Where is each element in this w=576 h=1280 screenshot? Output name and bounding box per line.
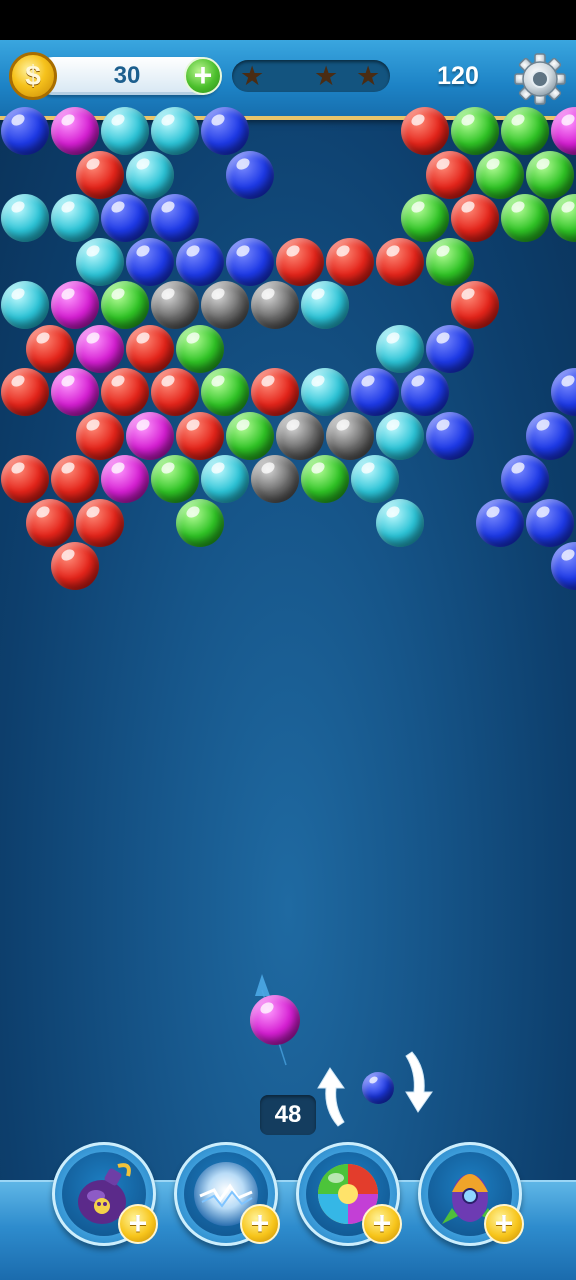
- booster-rocket[interactable]: +: [418, 1142, 524, 1246]
- add-booster-button[interactable]: +: [362, 1204, 402, 1244]
- add-booster-button[interactable]: +: [484, 1204, 524, 1244]
- add-booster-button[interactable]: +: [118, 1204, 158, 1244]
- booster-lightning-orb[interactable]: +: [174, 1142, 280, 1246]
- next-bubble[interactable]: [362, 1072, 394, 1104]
- booster-bomb-potion[interactable]: +: [52, 1142, 158, 1246]
- booster-rainbow-ball[interactable]: +: [296, 1142, 402, 1246]
- game-screen: 30 $ + ★ ★ ★ 120 48 + + + +: [0, 40, 576, 1280]
- add-booster-button[interactable]: +: [240, 1204, 280, 1244]
- status-bar: [0, 0, 576, 40]
- aim-line: [255, 974, 287, 1066]
- current-bubble[interactable]: [250, 995, 300, 1045]
- shots-remaining: 48: [260, 1095, 316, 1135]
